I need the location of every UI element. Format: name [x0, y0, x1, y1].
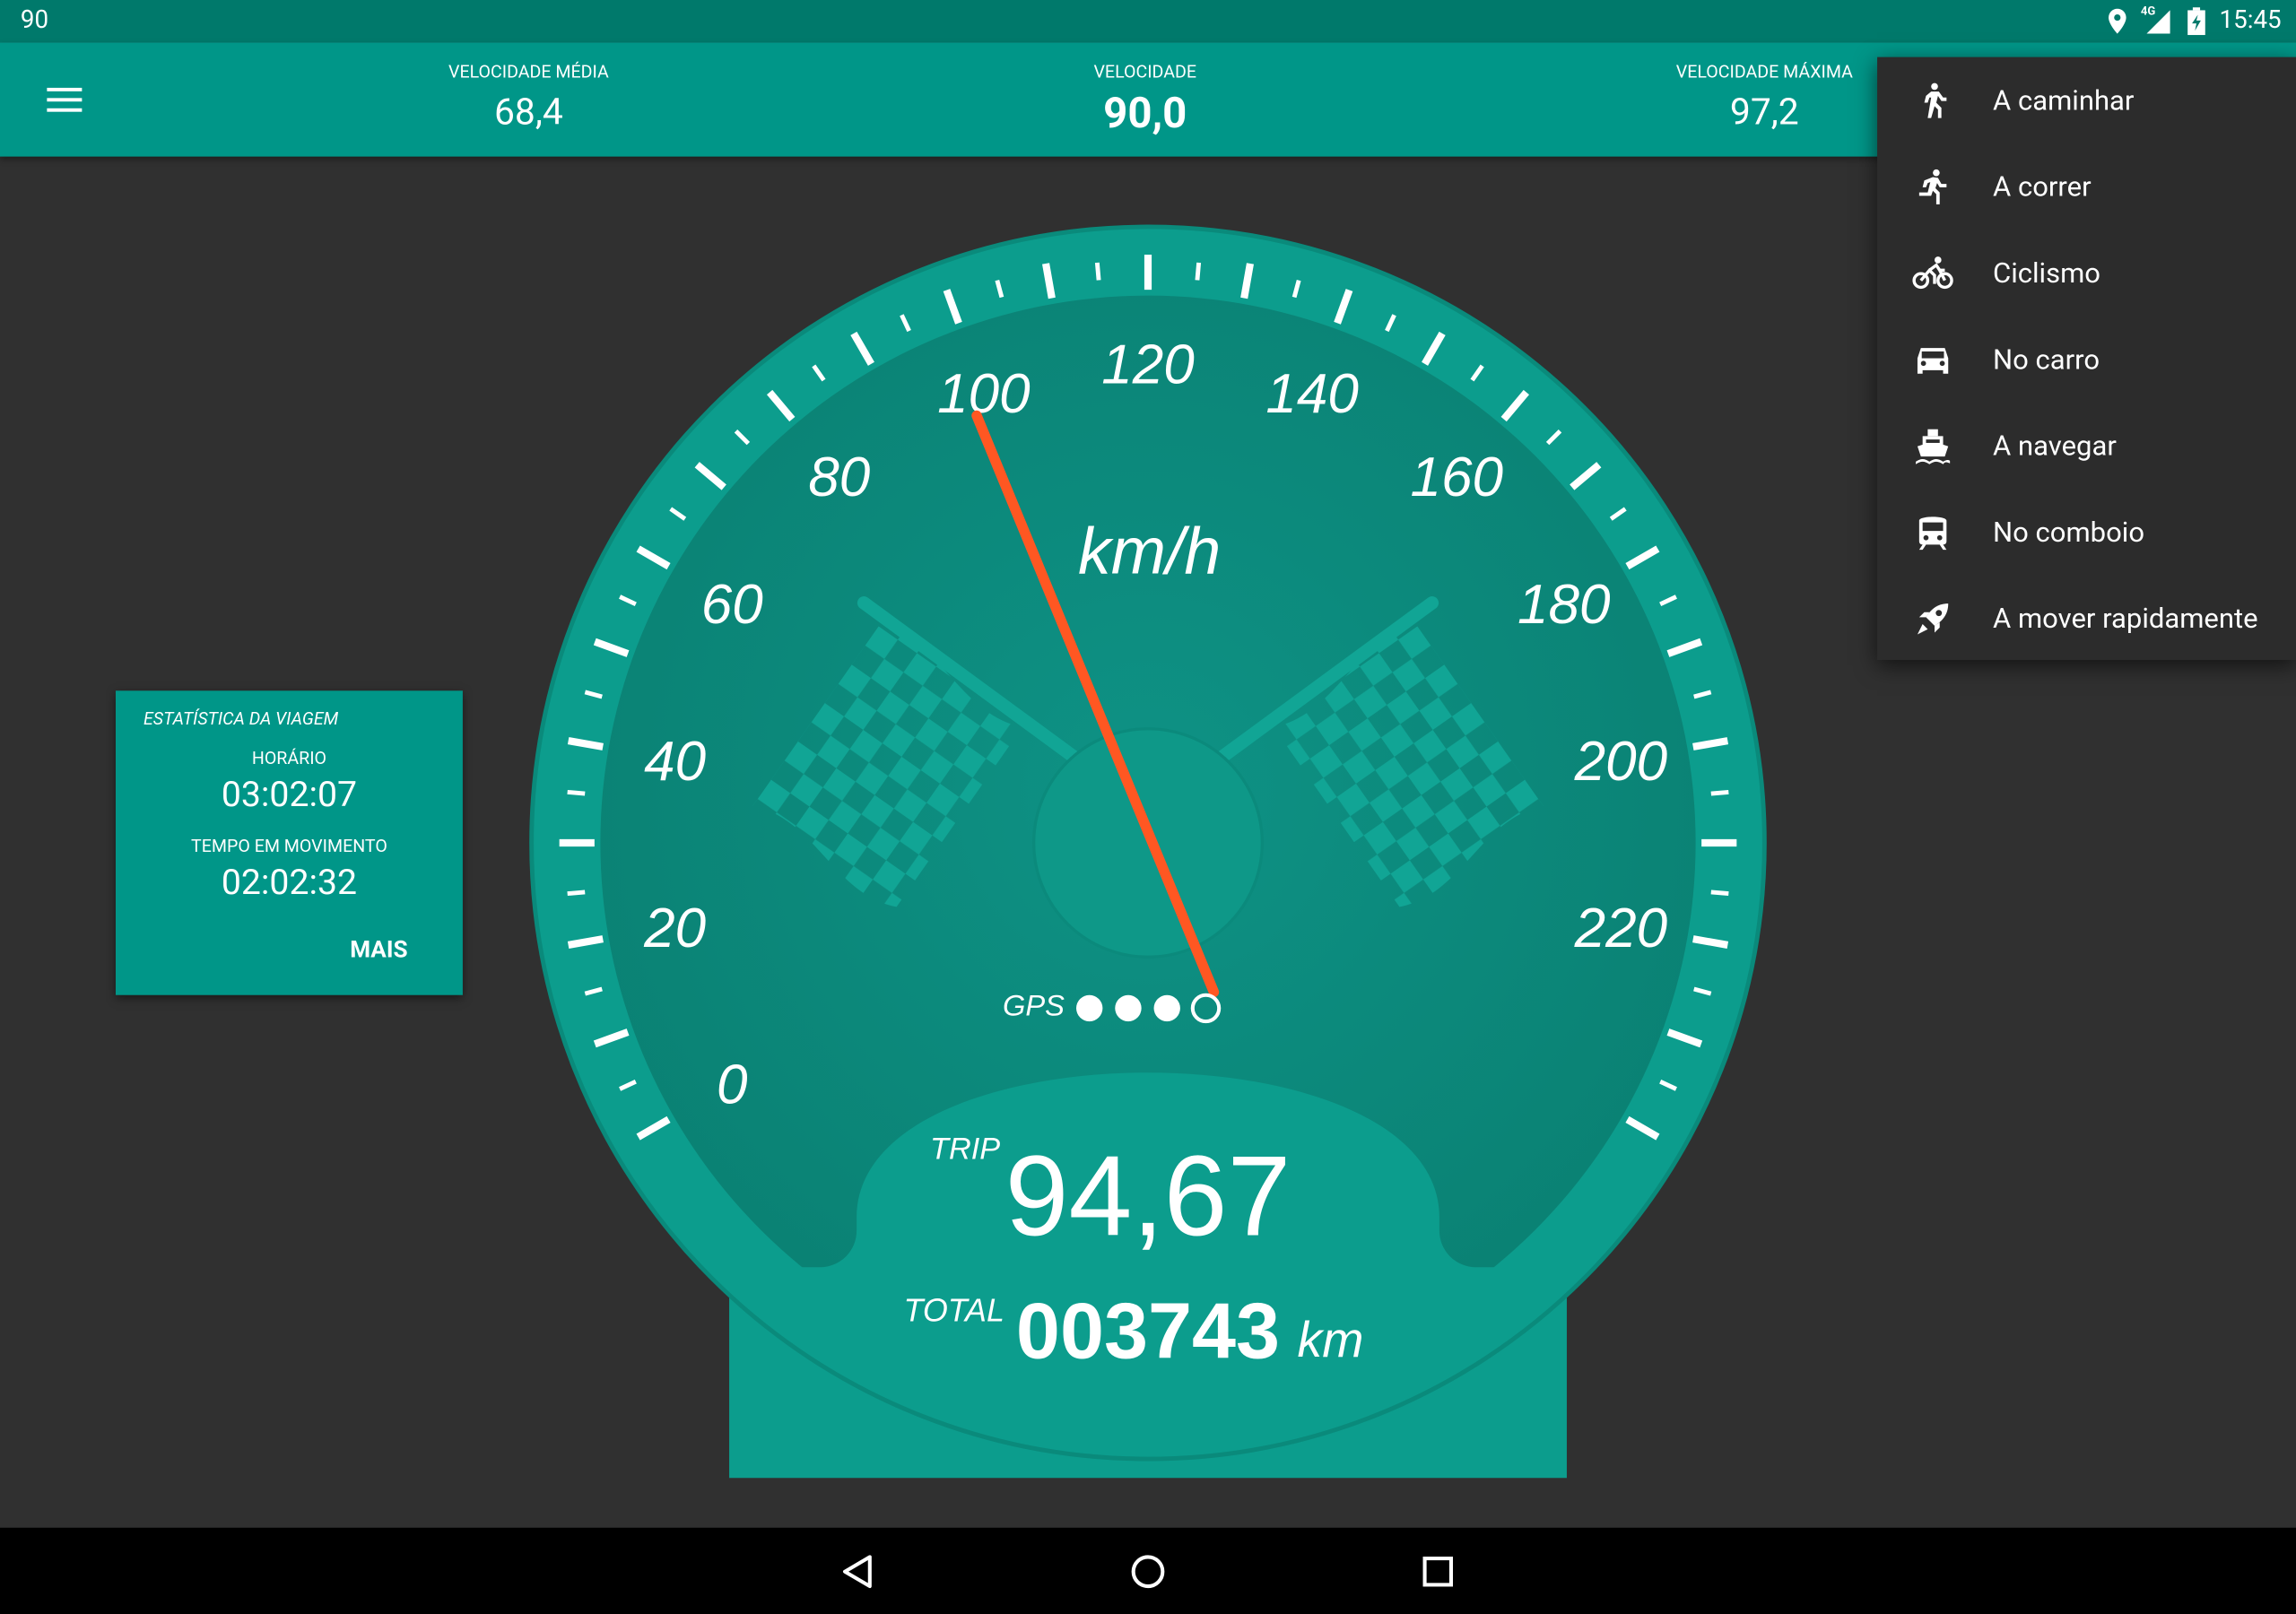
- gps-label: GPS: [1003, 989, 1065, 1022]
- bike-icon: [1912, 256, 1953, 290]
- tick-mark: [1094, 262, 1101, 281]
- recents-button-icon[interactable]: [1417, 1551, 1458, 1592]
- total-label: TOTAL: [904, 1292, 1004, 1329]
- tick-mark: [1710, 889, 1729, 897]
- rocket-icon: [1917, 603, 1949, 635]
- tick-mark: [567, 789, 586, 796]
- menu-item-label: No carro: [1993, 342, 2100, 377]
- walk-icon: [1924, 82, 1947, 118]
- gps-signal-dot: [1075, 994, 1103, 1022]
- menu-item-label: A mover rapidamente: [1993, 601, 2258, 636]
- menu-item-cycling[interactable]: Ciclismo: [1877, 230, 2296, 316]
- tick-mark: [1710, 789, 1729, 796]
- menu-item-label: A correr: [1993, 169, 2092, 204]
- boat-icon: [1916, 429, 1951, 464]
- total-value: 003743: [1016, 1286, 1280, 1375]
- scale-label: 180: [1518, 574, 1611, 636]
- menu-item-label: Ciclismo: [1993, 256, 2101, 291]
- menu-item-car[interactable]: No carro: [1877, 317, 2296, 403]
- tick-mark: [567, 889, 586, 897]
- menu-item-running[interactable]: A correr: [1877, 143, 2296, 230]
- gps-signal-dot: [1115, 994, 1142, 1022]
- scale-label: 220: [1574, 898, 1668, 959]
- scale-label: 140: [1265, 363, 1359, 425]
- trip-value: 94,67: [1005, 1132, 1292, 1259]
- train-icon: [1918, 516, 1947, 551]
- scale-label: 80: [808, 447, 870, 508]
- menu-item-train[interactable]: No comboio: [1877, 489, 2296, 575]
- run-icon: [1918, 169, 1947, 204]
- menu-item-label: No comboio: [1993, 515, 2145, 549]
- home-button-icon[interactable]: [1127, 1551, 1169, 1592]
- trip-label: TRIP: [930, 1132, 1000, 1167]
- menu-item-fast[interactable]: A mover rapidamente: [1877, 575, 2296, 661]
- scale-label: 120: [1101, 334, 1195, 396]
- gps-signal-dot: [1153, 994, 1180, 1022]
- activity-menu: A caminhar A correr Ciclismo No carro A …: [1877, 56, 2296, 661]
- scale-label: 40: [644, 731, 706, 793]
- scale-label: 160: [1410, 447, 1503, 508]
- menu-item-label: A navegar: [1993, 429, 2117, 463]
- scale-label: 200: [1574, 731, 1668, 793]
- tick-mark: [1195, 262, 1202, 281]
- menu-item-walking[interactable]: A caminhar: [1877, 57, 2296, 143]
- scale-label: 100: [937, 363, 1031, 425]
- nav-bar: [0, 1527, 2296, 1614]
- back-button-icon[interactable]: [838, 1551, 879, 1592]
- menu-item-boat[interactable]: A navegar: [1877, 403, 2296, 489]
- scale-label: 60: [701, 574, 763, 636]
- unit-label: km/h: [1078, 515, 1221, 588]
- car-icon: [1917, 348, 1949, 374]
- scale-label: 20: [643, 898, 706, 959]
- total-unit: km: [1298, 1312, 1364, 1367]
- scale-label: 0: [717, 1054, 748, 1116]
- menu-item-label: A caminhar: [1993, 83, 2135, 117]
